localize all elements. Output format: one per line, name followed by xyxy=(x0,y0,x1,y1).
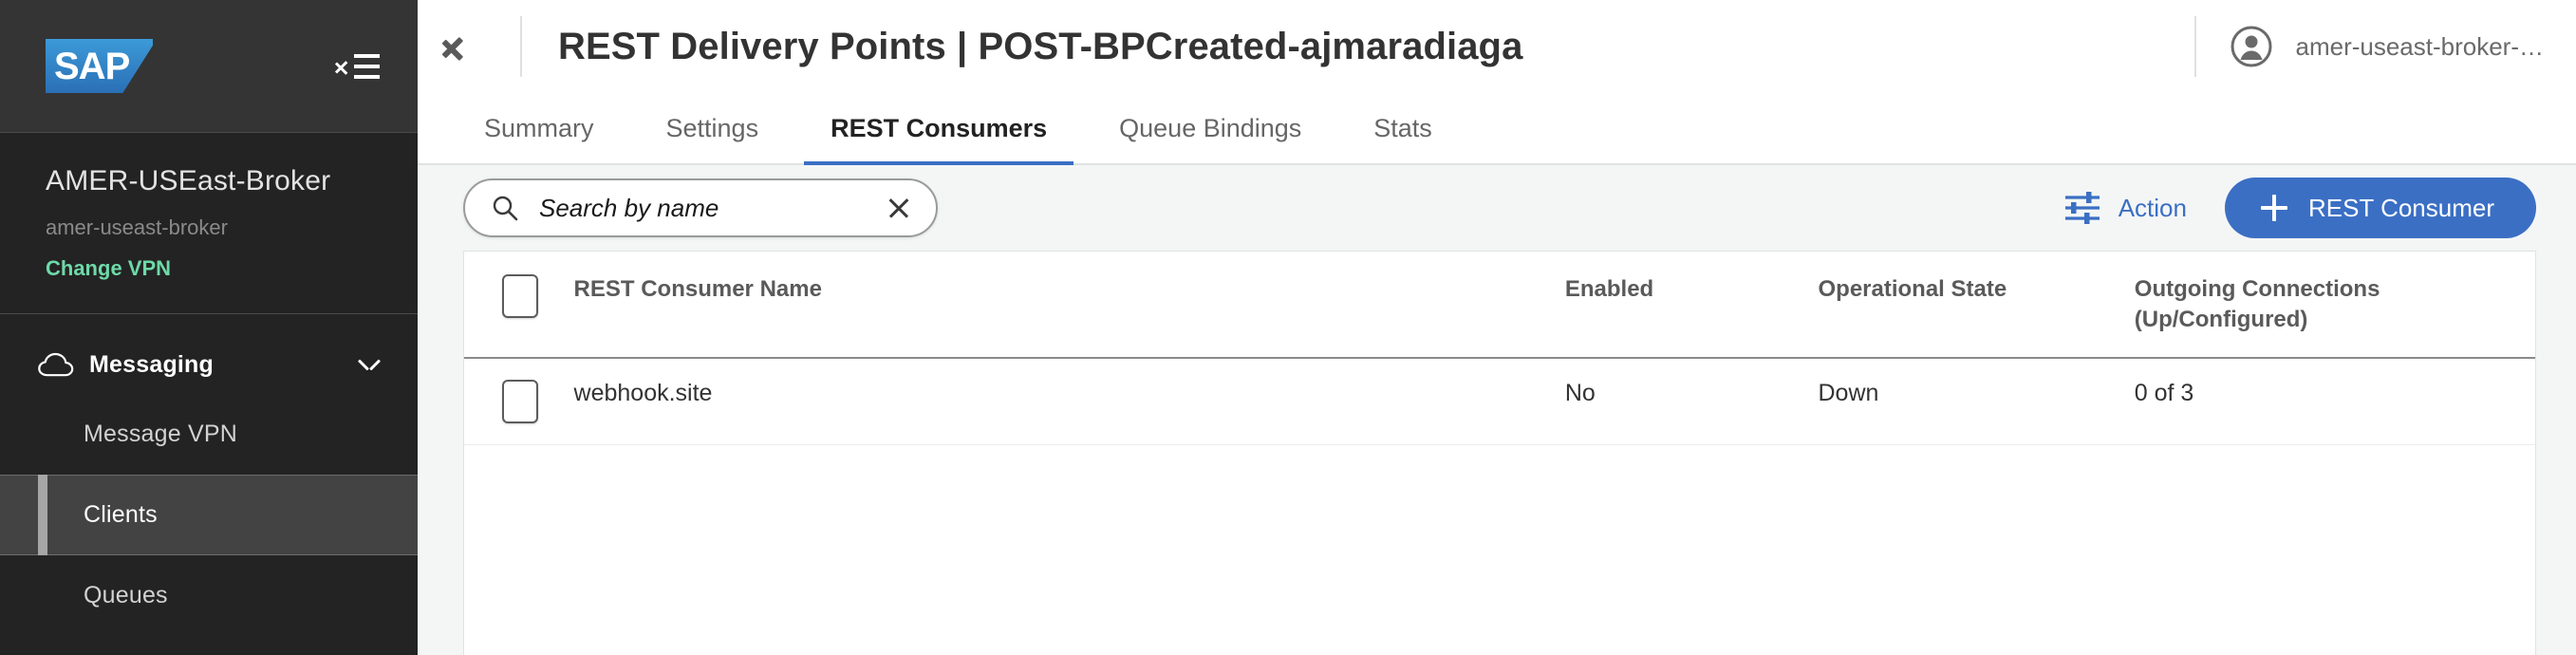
tab-label: Settings xyxy=(665,113,759,142)
table-toolbar: Action REST Consumer xyxy=(418,165,2576,251)
header-outgoing-connections[interactable]: Outgoing Connections (Up/Configured) xyxy=(2134,252,2535,359)
top-bar: REST Delivery Points | POST-BPCreated-aj… xyxy=(418,0,2576,93)
sidebar-item-clients[interactable]: Clients xyxy=(0,475,418,556)
vpn-subtitle: amer-useast-broker xyxy=(46,215,228,239)
tab-settings[interactable]: Settings xyxy=(640,93,786,163)
tab-queue-bindings[interactable]: Queue Bindings xyxy=(1092,93,1328,163)
sliders-icon xyxy=(2064,192,2100,224)
tab-label: Queue Bindings xyxy=(1119,113,1302,142)
sidebar-navigation: Messaging Message VPN Clients Queues xyxy=(0,314,418,655)
header-rest-consumer-name[interactable]: REST Consumer Name xyxy=(573,252,1565,359)
cell-operational-state: Down xyxy=(1818,357,2135,445)
vpn-info-panel: AMER-USEast-Broker amer-useast-broker Ch… xyxy=(0,133,418,315)
row-checkbox[interactable] xyxy=(502,379,538,423)
tab-bar: Summary Settings REST Consumers Queue Bi… xyxy=(418,93,2576,165)
tab-label: REST Consumers xyxy=(831,113,1048,142)
sap-logo-text: SAP xyxy=(54,45,130,87)
topbar-divider xyxy=(520,16,522,77)
sidebar-item-queues[interactable]: Queues xyxy=(0,555,418,636)
plus-icon xyxy=(2260,195,2287,221)
table-body: webhook.site No Down 0 of 3 xyxy=(464,357,2535,445)
search-input[interactable] xyxy=(539,193,873,223)
cell-enabled: No xyxy=(1564,357,1819,445)
select-all-checkbox[interactable] xyxy=(502,274,538,318)
tab-rest-consumers[interactable]: REST Consumers xyxy=(804,93,1074,165)
sap-logo: SAP xyxy=(46,39,153,93)
main-content: REST Delivery Points | POST-BPCreated-aj… xyxy=(418,0,2576,655)
chevron-down-icon xyxy=(359,359,380,371)
action-label: Action xyxy=(2118,193,2187,222)
row-select-cell xyxy=(464,357,574,445)
sidebar-item-label: Message VPN xyxy=(84,421,237,448)
table-row[interactable]: webhook.site No Down 0 of 3 xyxy=(464,357,2535,445)
user-avatar-icon xyxy=(2231,26,2272,67)
clear-icon[interactable] xyxy=(887,196,911,220)
rest-consumers-table-card: REST Consumer Name Enabled Operational S… xyxy=(463,251,2536,655)
select-all-header xyxy=(464,252,574,359)
collapse-bar-2 xyxy=(354,64,380,68)
sidebar-item-label: Clients xyxy=(84,501,158,529)
search-icon xyxy=(493,196,518,221)
tab-stats[interactable]: Stats xyxy=(1347,93,1459,163)
header-enabled[interactable]: Enabled xyxy=(1564,252,1819,359)
sidebar-header: SAP xyxy=(0,0,418,133)
rest-consumers-table: REST Consumer Name Enabled Operational S… xyxy=(464,252,2535,445)
collapse-chevron xyxy=(336,58,351,75)
nav-group-messaging[interactable]: Messaging xyxy=(0,335,418,394)
tab-label: Stats xyxy=(1373,113,1432,142)
table-header-row: REST Consumer Name Enabled Operational S… xyxy=(464,252,2535,359)
page-title: REST Delivery Points | POST-BPCreated-aj… xyxy=(558,25,1523,67)
sidebar: SAP AMER-USEast-Broker amer-useast-broke… xyxy=(0,0,418,655)
collapse-menu-icon[interactable] xyxy=(336,49,380,84)
user-divider xyxy=(2194,16,2197,77)
add-rest-consumer-label: REST Consumer xyxy=(2307,193,2494,222)
back-chevron-icon[interactable] xyxy=(457,27,486,66)
tab-summary[interactable]: Summary xyxy=(457,93,621,163)
tab-label: Summary xyxy=(484,113,594,142)
nav-group-label: Messaging xyxy=(89,350,214,378)
cloud-icon xyxy=(38,353,74,377)
collapse-bar-3 xyxy=(354,74,380,79)
sidebar-item-message-vpn[interactable]: Message VPN xyxy=(0,394,418,475)
vpn-title: AMER-USEast-Broker xyxy=(46,165,331,196)
search-box[interactable] xyxy=(463,178,938,237)
application-root: SAP AMER-USEast-Broker amer-useast-broke… xyxy=(0,0,2576,655)
add-rest-consumer-button[interactable]: REST Consumer xyxy=(2224,178,2536,238)
user-name-label: amer-useast-broker-… xyxy=(2295,31,2544,61)
header-operational-state[interactable]: Operational State xyxy=(1818,252,2135,359)
table-head: REST Consumer Name Enabled Operational S… xyxy=(464,252,2535,359)
cell-rest-consumer-name[interactable]: webhook.site xyxy=(573,357,1565,445)
sidebar-item-label: Queues xyxy=(84,582,168,609)
user-menu[interactable]: amer-useast-broker-… xyxy=(2231,26,2544,67)
action-button[interactable]: Action xyxy=(2063,191,2187,225)
change-vpn-link[interactable]: Change VPN xyxy=(46,256,372,281)
collapse-bar-1 xyxy=(354,53,380,58)
cell-outgoing-connections: 0 of 3 xyxy=(2134,357,2535,445)
